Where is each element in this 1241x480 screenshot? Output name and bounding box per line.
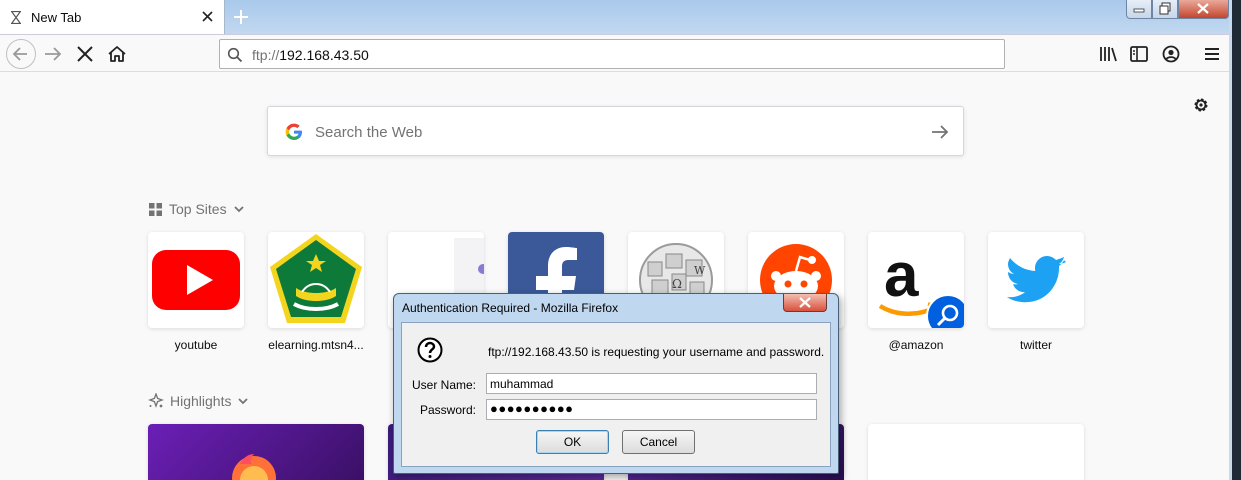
site-label: twitter [1019, 338, 1052, 352]
highlights-heading[interactable]: Highlights [148, 393, 249, 409]
svg-text:Ω: Ω [672, 277, 682, 291]
close-icon [799, 297, 811, 308]
web-search-box[interactable]: Search the Web [267, 106, 964, 156]
url-bar[interactable]: ftp://192.168.43.50 [219, 39, 1005, 69]
firefox-logo-icon [232, 454, 276, 480]
dialog-body: ftp://192.168.43.50 is requesting your u… [401, 322, 831, 467]
site-tile [268, 232, 364, 328]
library-icon[interactable] [1096, 42, 1120, 66]
restore-window-button[interactable] [1152, 0, 1178, 19]
site-tile [988, 232, 1084, 328]
kemenag-emblem-icon [270, 234, 362, 323]
chevron-down-icon [238, 398, 249, 405]
svg-text:a: a [884, 241, 919, 310]
gear-icon[interactable] [1191, 95, 1211, 115]
ok-button[interactable]: OK [536, 430, 609, 454]
sidebar-icon[interactable] [1127, 42, 1151, 66]
top-site-twitter[interactable]: twitter [988, 232, 1084, 352]
url-text: ftp://192.168.43.50 [252, 47, 369, 63]
close-window-icon [1197, 3, 1209, 14]
search-icon [227, 47, 243, 63]
menu-hamburger-icon[interactable] [1200, 42, 1224, 66]
highlights-label: Highlights [170, 393, 232, 409]
chevron-down-icon [233, 206, 244, 213]
site-tile: a [868, 232, 964, 328]
top-sites-heading[interactable]: Top Sites [148, 201, 245, 217]
account-icon[interactable] [1159, 42, 1183, 66]
window-border [1229, 0, 1232, 480]
close-window-button[interactable] [1178, 0, 1229, 19]
site-tile [148, 232, 244, 328]
highlight-card[interactable] [148, 424, 364, 480]
dialog-message: ftp://192.168.43.50 is requesting your u… [488, 345, 825, 359]
google-logo-icon [285, 123, 302, 140]
navigation-toolbar: ftp://192.168.43.50 [0, 34, 1229, 72]
forward-arrow-icon[interactable] [41, 42, 65, 66]
tab-new-tab[interactable]: New Tab [0, 0, 225, 35]
new-tab-plus-icon[interactable] [230, 6, 252, 28]
close-tab-icon[interactable] [200, 9, 215, 24]
password-label: Password: [419, 403, 476, 417]
top-site-amazon[interactable]: a @amazon [868, 232, 964, 352]
url-host: 192.168.43.50 [279, 47, 369, 63]
search-overlay-icon [926, 294, 964, 328]
site-label: @amazon [888, 338, 944, 352]
authentication-dialog: Authentication Required - Mozilla Firefo… [393, 293, 839, 474]
grid-icon [149, 202, 162, 216]
question-icon [417, 337, 443, 363]
sparkle-icon [148, 393, 164, 408]
desktop-edge [1229, 0, 1241, 480]
home-icon[interactable] [105, 42, 129, 66]
minimize-icon [1133, 8, 1145, 13]
top-site-youtube[interactable]: youtube [148, 232, 244, 352]
site-label: youtube [174, 338, 218, 352]
tab-strip: New Tab [0, 0, 1229, 35]
dialog-close-button[interactable] [783, 294, 827, 312]
url-protocol: ftp:// [252, 47, 280, 63]
restore-icon [1159, 2, 1171, 15]
minimize-window-button[interactable] [1126, 0, 1152, 19]
stop-loading-icon[interactable] [73, 42, 97, 66]
twitter-bird-icon [1007, 256, 1066, 303]
highlight-card[interactable] [868, 424, 1084, 480]
back-arrow-icon [12, 47, 27, 61]
svg-text:W: W [694, 264, 706, 277]
top-sites-label: Top Sites [169, 201, 227, 217]
dialog-title: Authentication Required - Mozilla Firefo… [402, 301, 619, 315]
top-site-elearning[interactable]: elearning.mtsn4... [268, 232, 364, 352]
hourglass-loading-icon [11, 11, 21, 24]
cancel-button[interactable]: Cancel [622, 430, 695, 454]
youtube-logo-icon [152, 250, 240, 310]
user-name-label: User Name: [411, 378, 476, 392]
password-input[interactable]: ●●●●●●●●●● [486, 399, 817, 420]
tab-title: New Tab [31, 10, 82, 25]
site-label: elearning.mtsn4... [268, 338, 364, 352]
search-placeholder: Search the Web [315, 124, 423, 141]
user-name-input[interactable]: muhammad [486, 373, 817, 394]
arrow-right-icon[interactable] [929, 121, 951, 143]
back-button[interactable] [6, 39, 36, 69]
